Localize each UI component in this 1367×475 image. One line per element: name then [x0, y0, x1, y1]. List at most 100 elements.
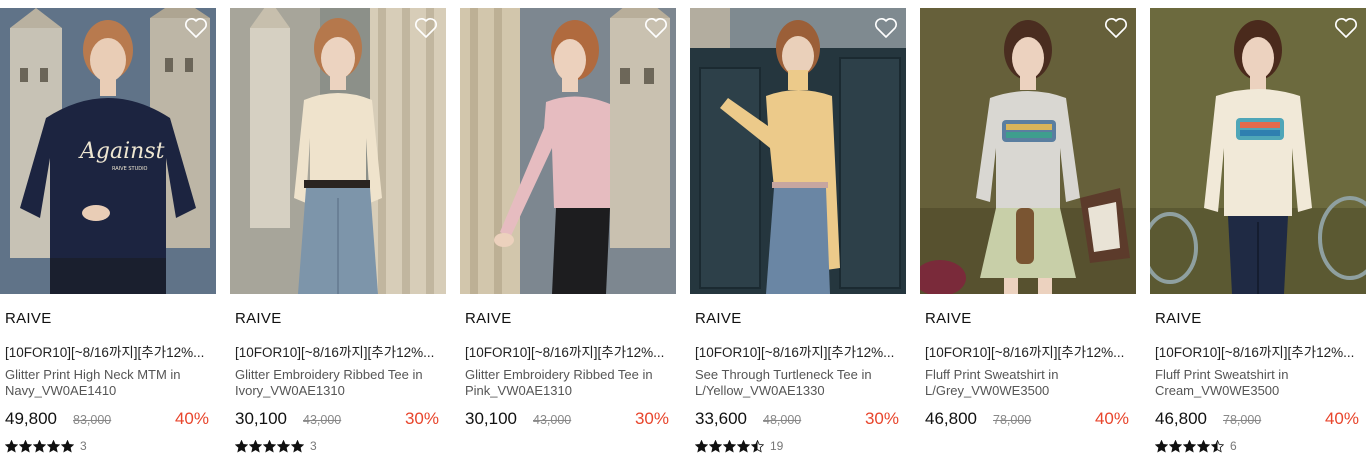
star-full-icon — [737, 439, 750, 453]
product-promo[interactable]: [10FOR10][~8/16까지][추가12%... — [5, 341, 211, 361]
svg-text:Against: Against — [78, 139, 165, 164]
star-full-icon — [709, 439, 722, 453]
product-name[interactable]: See Through Turtleneck Tee in L/Yellow_V… — [695, 367, 901, 399]
rating-stars — [5, 439, 74, 453]
product-image[interactable] — [460, 8, 676, 294]
product-card[interactable]: RAIVE [10FOR10][~8/16까지][추가12%... Glitte… — [230, 8, 446, 475]
discount-rate: 40% — [1094, 409, 1129, 428]
product-promo[interactable]: [10FOR10][~8/16까지][추가12%... — [465, 341, 671, 361]
product-name[interactable]: Fluff Print Sweatshirt in L/Grey_VW0WE35… — [925, 367, 1131, 399]
sale-price: 30,100 — [235, 409, 287, 428]
star-full-icon — [1155, 439, 1168, 453]
product-photo — [690, 8, 906, 294]
review-count: 3 — [310, 439, 317, 453]
sale-price: 46,800 — [1155, 409, 1207, 428]
rating-stars — [235, 439, 304, 453]
product-image[interactable] — [690, 8, 906, 294]
price-row: 46,800 78,000 40% — [1155, 409, 1359, 431]
product-card[interactable]: RAIVE [10FOR10][~8/16까지][추가12%... Fluff … — [920, 8, 1136, 475]
star-full-icon — [291, 439, 304, 453]
wishlist-heart-icon[interactable] — [644, 17, 668, 39]
star-full-icon — [61, 439, 74, 453]
product-name[interactable]: Glitter Embroidery Ribbed Tee in Ivory_V… — [235, 367, 441, 399]
sale-price: 46,800 — [925, 409, 977, 428]
product-brand[interactable]: RAIVE — [1155, 310, 1202, 327]
price-row: 30,100 43,000 30% — [235, 409, 439, 431]
star-full-icon — [47, 439, 60, 453]
product-brand[interactable]: RAIVE — [5, 310, 52, 327]
product-name[interactable]: Glitter Embroidery Ribbed Tee in Pink_VW… — [465, 367, 671, 399]
star-full-icon — [5, 439, 18, 453]
wishlist-heart-icon[interactable] — [1334, 17, 1358, 39]
product-brand[interactable]: RAIVE — [465, 310, 512, 327]
star-full-icon — [723, 439, 736, 453]
star-full-icon — [1169, 439, 1182, 453]
review-count: 19 — [770, 439, 784, 453]
discount-rate: 30% — [864, 409, 899, 428]
original-price: 43,000 — [303, 413, 342, 427]
price-row: 33,600 48,000 30% — [695, 409, 899, 431]
product-image[interactable] — [1150, 8, 1366, 294]
product-card[interactable]: Against RAIVE STUDIO RAIVE [10FOR10][~8/… — [0, 8, 216, 475]
star-full-icon — [277, 439, 290, 453]
original-price: 83,000 — [73, 413, 112, 427]
product-card[interactable]: RAIVE [10FOR10][~8/16까지][추가12%... Fluff … — [1150, 8, 1366, 475]
discount-rate: 30% — [404, 409, 439, 428]
product-brand[interactable]: RAIVE — [235, 310, 282, 327]
product-photo: Against RAIVE STUDIO — [0, 8, 216, 294]
star-full-icon — [249, 439, 262, 453]
product-card[interactable]: RAIVE [10FOR10][~8/16까지][추가12%... Glitte… — [460, 8, 676, 475]
rating-row: 6 — [1155, 438, 1237, 454]
star-half-icon — [1211, 439, 1224, 453]
original-price: 78,000 — [1223, 413, 1262, 427]
product-photo — [920, 8, 1136, 294]
product-image[interactable] — [230, 8, 446, 294]
product-promo[interactable]: [10FOR10][~8/16까지][추가12%... — [925, 341, 1131, 361]
review-count: 3 — [80, 439, 87, 453]
price-row: 49,800 83,000 40% — [5, 409, 209, 431]
product-grid: Against RAIVE STUDIO RAIVE [10FOR10][~8/… — [0, 8, 1367, 475]
product-name[interactable]: Glitter Print High Neck MTM in Navy_VW0A… — [5, 367, 211, 399]
product-promo[interactable]: [10FOR10][~8/16까지][추가12%... — [235, 341, 441, 361]
star-half-icon — [751, 439, 764, 453]
star-full-icon — [263, 439, 276, 453]
star-full-icon — [19, 439, 32, 453]
discount-rate: 40% — [174, 409, 209, 428]
product-image[interactable]: Against RAIVE STUDIO — [0, 8, 216, 294]
star-full-icon — [1197, 439, 1210, 453]
wishlist-heart-icon[interactable] — [874, 17, 898, 39]
sale-price: 33,600 — [695, 409, 747, 428]
star-full-icon — [235, 439, 248, 453]
star-full-icon — [695, 439, 708, 453]
product-brand[interactable]: RAIVE — [925, 310, 972, 327]
rating-stars — [1155, 439, 1224, 453]
product-promo[interactable]: [10FOR10][~8/16까지][추가12%... — [695, 341, 901, 361]
product-promo[interactable]: [10FOR10][~8/16까지][추가12%... — [1155, 341, 1361, 361]
product-photo — [460, 8, 676, 294]
star-full-icon — [1183, 439, 1196, 453]
price-row: 46,800 78,000 40% — [925, 409, 1129, 431]
star-full-icon — [33, 439, 46, 453]
wishlist-heart-icon[interactable] — [184, 17, 208, 39]
wishlist-heart-icon[interactable] — [414, 17, 438, 39]
product-name[interactable]: Fluff Print Sweatshirt in Cream_VW0WE350… — [1155, 367, 1361, 399]
product-image[interactable] — [920, 8, 1136, 294]
review-count: 6 — [1230, 439, 1237, 453]
rating-row: 3 — [235, 438, 317, 454]
original-price: 48,000 — [763, 413, 802, 427]
sale-price: 30,100 — [465, 409, 517, 428]
price-row: 30,100 43,000 30% — [465, 409, 669, 431]
product-brand[interactable]: RAIVE — [695, 310, 742, 327]
discount-rate: 30% — [634, 409, 669, 428]
wishlist-heart-icon[interactable] — [1104, 17, 1128, 39]
svg-text:RAIVE STUDIO: RAIVE STUDIO — [112, 166, 148, 172]
product-photo — [1150, 8, 1366, 294]
original-price: 43,000 — [533, 413, 572, 427]
rating-row: 19 — [695, 438, 783, 454]
product-card[interactable]: RAIVE [10FOR10][~8/16까지][추가12%... See Th… — [690, 8, 906, 475]
discount-rate: 40% — [1324, 409, 1359, 428]
sale-price: 49,800 — [5, 409, 57, 428]
rating-row: 3 — [5, 438, 87, 454]
original-price: 78,000 — [993, 413, 1032, 427]
product-photo — [230, 8, 446, 294]
